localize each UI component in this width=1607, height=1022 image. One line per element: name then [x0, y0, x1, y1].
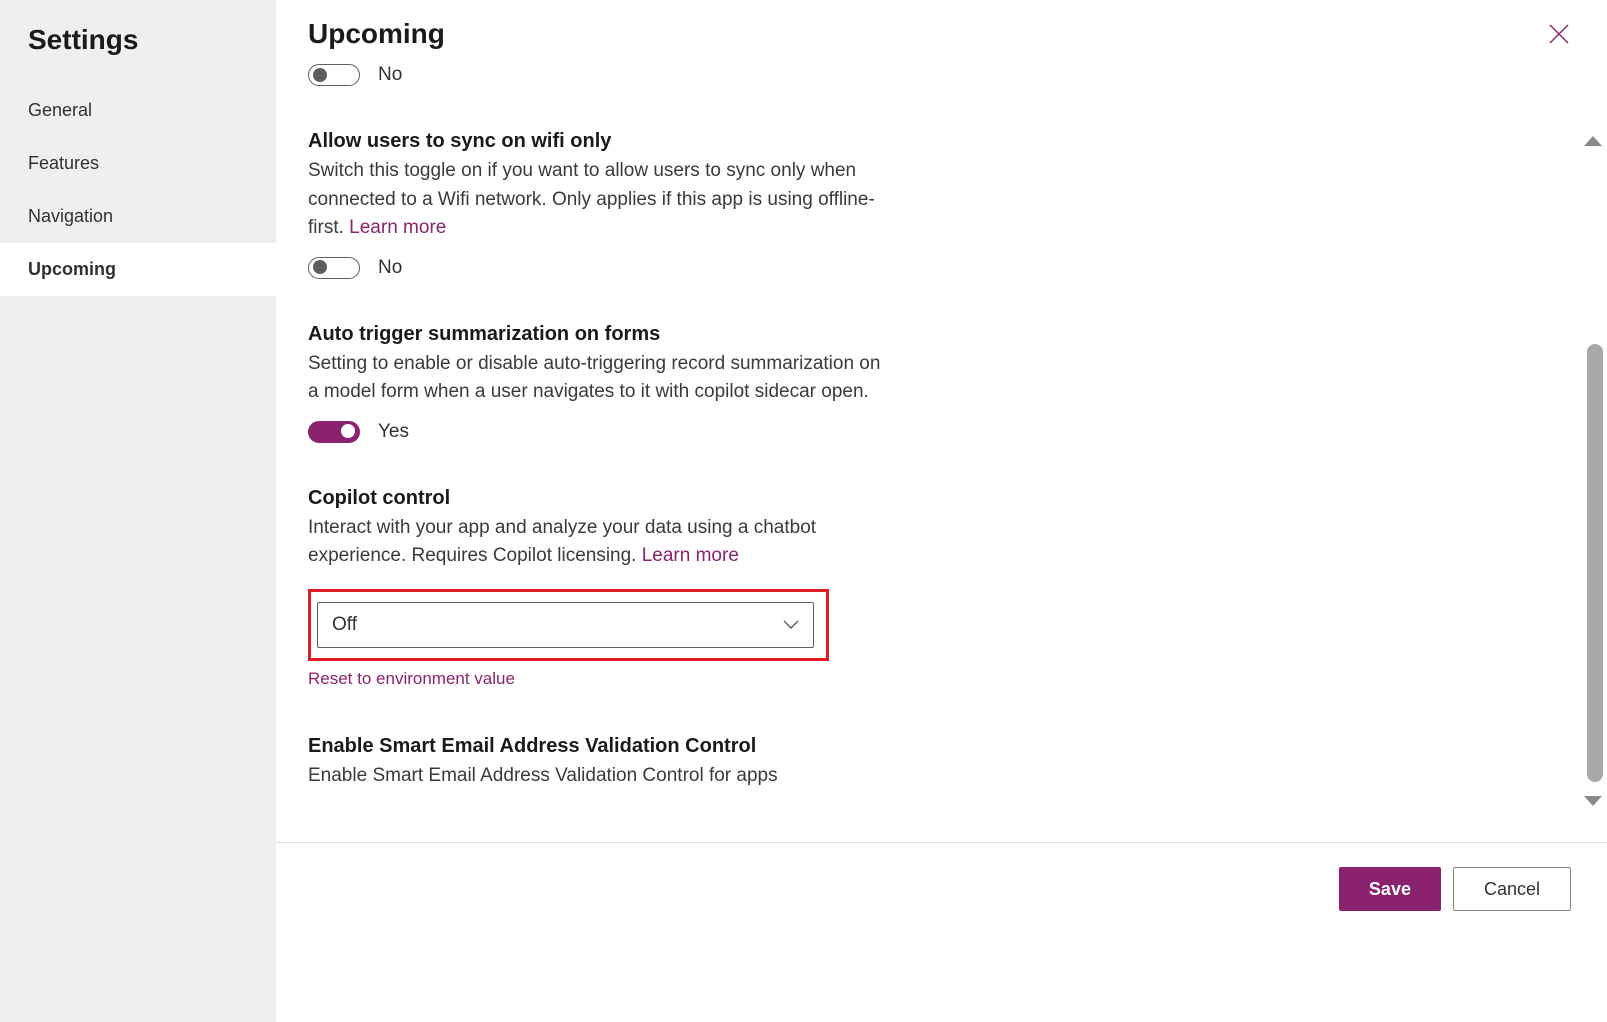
sidebar-item-navigation[interactable]: Navigation — [0, 190, 276, 243]
auto-summarize-title: Auto trigger summarization on forms — [308, 323, 1320, 346]
wifi-sync-toggle-label: No — [378, 257, 402, 279]
previous-setting-toggle[interactable] — [308, 64, 360, 86]
auto-summarize-desc: Setting to enable or disable auto-trigge… — [308, 350, 888, 407]
wifi-sync-title: Allow users to sync on wifi only — [308, 130, 1320, 153]
copilot-select-highlight: Off — [308, 589, 829, 661]
sidebar-item-general[interactable]: General — [0, 84, 276, 137]
copilot-select-value: Off — [332, 614, 357, 636]
smart-email-desc: Enable Smart Email Address Validation Co… — [308, 762, 1008, 791]
settings-sidebar: Settings General Features Navigation Upc… — [0, 0, 276, 1022]
scroll-up-arrow-icon[interactable] — [1584, 136, 1602, 146]
footer-bar: Save Cancel — [276, 842, 1607, 1022]
cancel-button[interactable]: Cancel — [1453, 867, 1571, 911]
smart-email-title: Enable Smart Email Address Validation Co… — [308, 735, 1320, 758]
save-button[interactable]: Save — [1339, 867, 1441, 911]
auto-summarize-toggle-label: Yes — [378, 421, 409, 443]
close-icon — [1548, 23, 1570, 45]
close-button[interactable] — [1543, 18, 1575, 50]
copilot-control-select[interactable]: Off — [317, 602, 814, 648]
copilot-reset-link[interactable]: Reset to environment value — [308, 669, 1320, 689]
wifi-sync-learn-more-link[interactable]: Learn more — [349, 217, 446, 238]
chevron-down-icon — [783, 614, 799, 636]
auto-summarize-toggle[interactable] — [308, 421, 360, 443]
scroll-down-arrow-icon[interactable] — [1584, 796, 1602, 806]
sidebar-item-features[interactable]: Features — [0, 137, 276, 190]
wifi-sync-desc: Switch this toggle on if you want to all… — [308, 157, 888, 243]
page-title: Upcoming — [308, 18, 445, 50]
sidebar-title: Settings — [0, 18, 276, 84]
copilot-learn-more-link[interactable]: Learn more — [642, 545, 739, 566]
previous-setting-toggle-label: No — [378, 64, 402, 86]
copilot-control-title: Copilot control — [308, 487, 1320, 510]
scrollbar-thumb[interactable] — [1587, 344, 1603, 782]
copilot-control-desc: Interact with your app and analyze your … — [308, 514, 888, 571]
sidebar-item-upcoming[interactable]: Upcoming — [0, 243, 276, 296]
wifi-sync-toggle[interactable] — [308, 257, 360, 279]
